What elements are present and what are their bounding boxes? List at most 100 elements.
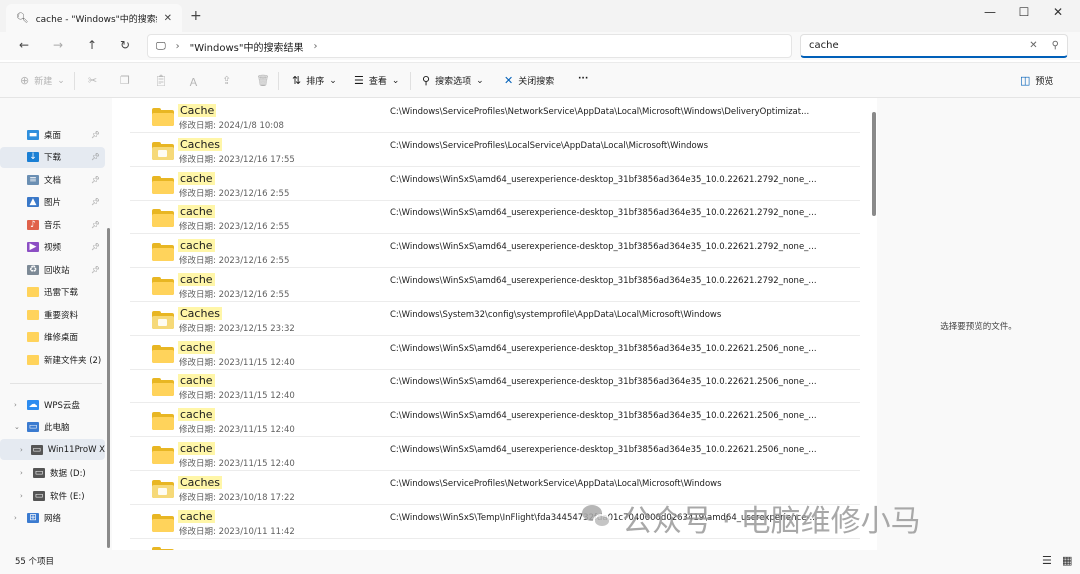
maximize-button[interactable]: ☐: [1014, 5, 1034, 19]
sidebar-item[interactable]: 维修桌面: [0, 327, 105, 348]
pin-icon[interactable]: 📌︎: [91, 266, 100, 274]
item-modified-date: 修改日期: 2023/10/11 11:42: [179, 526, 295, 537]
sidebar-item[interactable]: ▶ 视频 📌︎: [0, 237, 105, 258]
list-item[interactable]: cache 修改日期: 2023/11/15 12:40 C:\Windows\Wi…: [130, 404, 860, 438]
refresh-icon[interactable]: ↻: [117, 38, 133, 52]
preview-button[interactable]: ◫ 预览: [1020, 74, 1053, 87]
search-value: cache: [809, 40, 839, 51]
sidebar-item[interactable]: › ▭ 软件 (E:): [0, 485, 105, 506]
sidebar-item[interactable]: ↓ 下载 📌︎: [0, 146, 105, 168]
item-name: cache: [178, 442, 215, 455]
sidebar-item[interactable]: 新建文件夹 (2): [0, 349, 105, 370]
view-button[interactable]: ☰ 查看 ⌄: [354, 74, 399, 87]
list-item[interactable]: Cache 修改日期: 2024/1/8 10:08 C:\Windows\Serv…: [130, 100, 860, 133]
sidebar-item[interactable]: 迅雷下载: [0, 282, 105, 303]
minimize-button[interactable]: —: [980, 5, 1000, 19]
folder-icon: [27, 354, 39, 365]
sidebar-item[interactable]: › ▭ Win11ProW X: [0, 439, 105, 460]
sidebar-item[interactable]: ⌄ ▭ 此电脑: [0, 416, 105, 437]
sidebar-item[interactable]: ≡ 文档 📌︎: [0, 169, 105, 190]
close-tab-icon[interactable]: ✕: [164, 13, 172, 24]
list-item[interactable]: cache 修改日期: 2023/12/16 2:55 C:\Windows\Win…: [130, 168, 860, 201]
close-search-label: 关闭搜索: [518, 77, 555, 87]
item-path: C:\Windows\ServiceProfiles\LocalService\…: [390, 140, 709, 151]
address-bar[interactable]: 🖵 › "Windows"中的搜索结果 ›: [147, 34, 792, 58]
list-item[interactable]: cache 修改日期: 2023/12/16 2:55 C:\Windows\Win…: [130, 269, 860, 302]
folder-icon: [152, 513, 174, 532]
item-path: C:\Windows\WinSxS\amd64_userexperience-d…: [390, 174, 817, 185]
list-item[interactable]: cache 修改日期: 2023/11/15 12:40 C:\Windows\Wi…: [130, 370, 860, 404]
sidebar-item-label: 图片: [44, 198, 62, 208]
sort-button[interactable]: ⇅ 排序 ⌄: [292, 74, 337, 87]
back-arrow-icon[interactable]: ←: [16, 38, 32, 52]
pin-icon[interactable]: 📌︎: [91, 153, 100, 161]
item-name: cache: [178, 205, 215, 219]
sidebar-item[interactable]: › ⊞ 网络: [0, 507, 105, 528]
close-window-button[interactable]: ✕: [1048, 5, 1068, 19]
drive-icon: ▭: [33, 490, 45, 501]
sidebar-item[interactable]: ♻ 回收站 📌︎: [0, 259, 105, 280]
sidebar-item[interactable]: › ☁ WPS云盘: [0, 394, 105, 415]
paste-icon[interactable]: 📋︎: [154, 74, 168, 87]
up-arrow-icon[interactable]: ↑: [84, 38, 100, 52]
pin-icon[interactable]: 📌︎: [91, 221, 100, 229]
folder-icon: [152, 412, 174, 431]
sidebar-item-label: Win11ProW X: [47, 444, 105, 455]
rename-icon[interactable]: Ａ: [188, 74, 199, 90]
recycle-bin-icon: ♻: [27, 264, 39, 275]
item-modified-date: 修改日期: 2023/10/18 17:22: [179, 492, 295, 503]
expand-chevron-icon[interactable]: ›: [20, 492, 29, 500]
expand-chevron-icon[interactable]: ›: [14, 514, 23, 522]
more-options-button[interactable]: ···: [578, 74, 588, 84]
new-tab-button[interactable]: +: [190, 8, 202, 24]
results-scrollbar[interactable]: [872, 112, 876, 216]
pin-icon[interactable]: 📌︎: [91, 176, 100, 184]
sidebar-item-label: 回收站: [44, 265, 70, 276]
sidebar-item[interactable]: ▲ 图片 📌︎: [0, 192, 105, 213]
item-name: cache: [178, 239, 215, 253]
sidebar-item[interactable]: › ▭ 数据 (D:): [0, 462, 105, 483]
list-item[interactable]: cache 修改日期: 2023/12/16 2:55 C:\Windows\Win…: [130, 201, 860, 235]
list-item[interactable]: cache 修改日期: 2023/11/15 12:40 C:\Windows\Wi…: [130, 438, 860, 471]
clear-search-icon[interactable]: ✕: [1029, 40, 1037, 51]
search-results-list: Cache 修改日期: 2024/1/8 10:08 C:\Windows\Serv…: [112, 98, 877, 550]
delete-icon[interactable]: 🗑︎: [256, 74, 270, 87]
sidebar-scrollbar[interactable]: [107, 228, 110, 548]
sidebar-item-label: WPS云盘: [44, 400, 80, 411]
expand-chevron-icon[interactable]: ›: [14, 401, 23, 409]
share-icon[interactable]: ⇪: [222, 74, 231, 87]
close-search-button[interactable]: ✕ 关闭搜索: [504, 74, 554, 87]
details-view-icon[interactable]: ☰: [1042, 554, 1052, 567]
sidebar-item-label: 软件 (E:): [50, 491, 85, 502]
sidebar-item[interactable]: ♪ 音乐 📌︎: [0, 214, 105, 235]
tiles-view-icon[interactable]: ▦: [1062, 554, 1072, 567]
pin-icon[interactable]: 📌︎: [91, 131, 100, 139]
list-item[interactable]: cache 修改日期: 2023/11/15 12:40 C:\Windows\Wi…: [130, 337, 860, 370]
sidebar-item[interactable]: 重要资料: [0, 304, 105, 325]
status-bar: 55 个项目 ☰ ▦: [0, 550, 1080, 574]
forward-arrow-icon[interactable]: →: [50, 38, 66, 52]
pin-icon[interactable]: 📌︎: [91, 243, 100, 251]
item-name: Caches: [178, 475, 222, 489]
list-item[interactable]: cache 修改日期: 2023/12/16 2:55 C:\Windows\Win…: [130, 235, 860, 269]
sidebar-item-label: 维修桌面: [44, 333, 79, 343]
item-path: C:\Windows\WinSxS\amd64_userexperience-d…: [390, 276, 817, 286]
folder-icon: [27, 287, 39, 297]
new-button[interactable]: ⊕ 新建 ⌄: [20, 74, 65, 87]
expand-chevron-icon[interactable]: ›: [20, 446, 27, 454]
list-item[interactable]: Caches 修改日期: 2023/12/15 23:32 C:\Windows\S…: [130, 303, 860, 336]
search-options-button[interactable]: ⚲ 搜索选项 ⌄: [422, 74, 484, 87]
expand-chevron-icon[interactable]: ›: [20, 469, 29, 477]
tab-search-results[interactable]: 🔍︎ cache - "Windows"中的搜索结 ✕: [6, 4, 182, 32]
cut-icon[interactable]: ✂: [88, 74, 97, 87]
item-count: 55 个项目: [15, 557, 55, 567]
pin-icon[interactable]: 📌︎: [91, 198, 100, 206]
item-path: C:\Windows\WinSxS\amd64_userexperience-d…: [390, 242, 817, 253]
tab-title: cache - "Windows"中的搜索结: [35, 14, 157, 25]
search-input[interactable]: cache ✕ ⚲: [800, 34, 1068, 58]
copy-icon[interactable]: ❐: [120, 74, 130, 87]
list-item[interactable]: Caches 修改日期: 2023/12/16 17:55 C:\Windows\S…: [130, 134, 860, 167]
sidebar-item[interactable]: ▬ 桌面 📌︎: [0, 124, 105, 145]
search-icon[interactable]: ⚲: [1052, 40, 1059, 51]
expand-chevron-icon[interactable]: ⌄: [14, 423, 23, 431]
